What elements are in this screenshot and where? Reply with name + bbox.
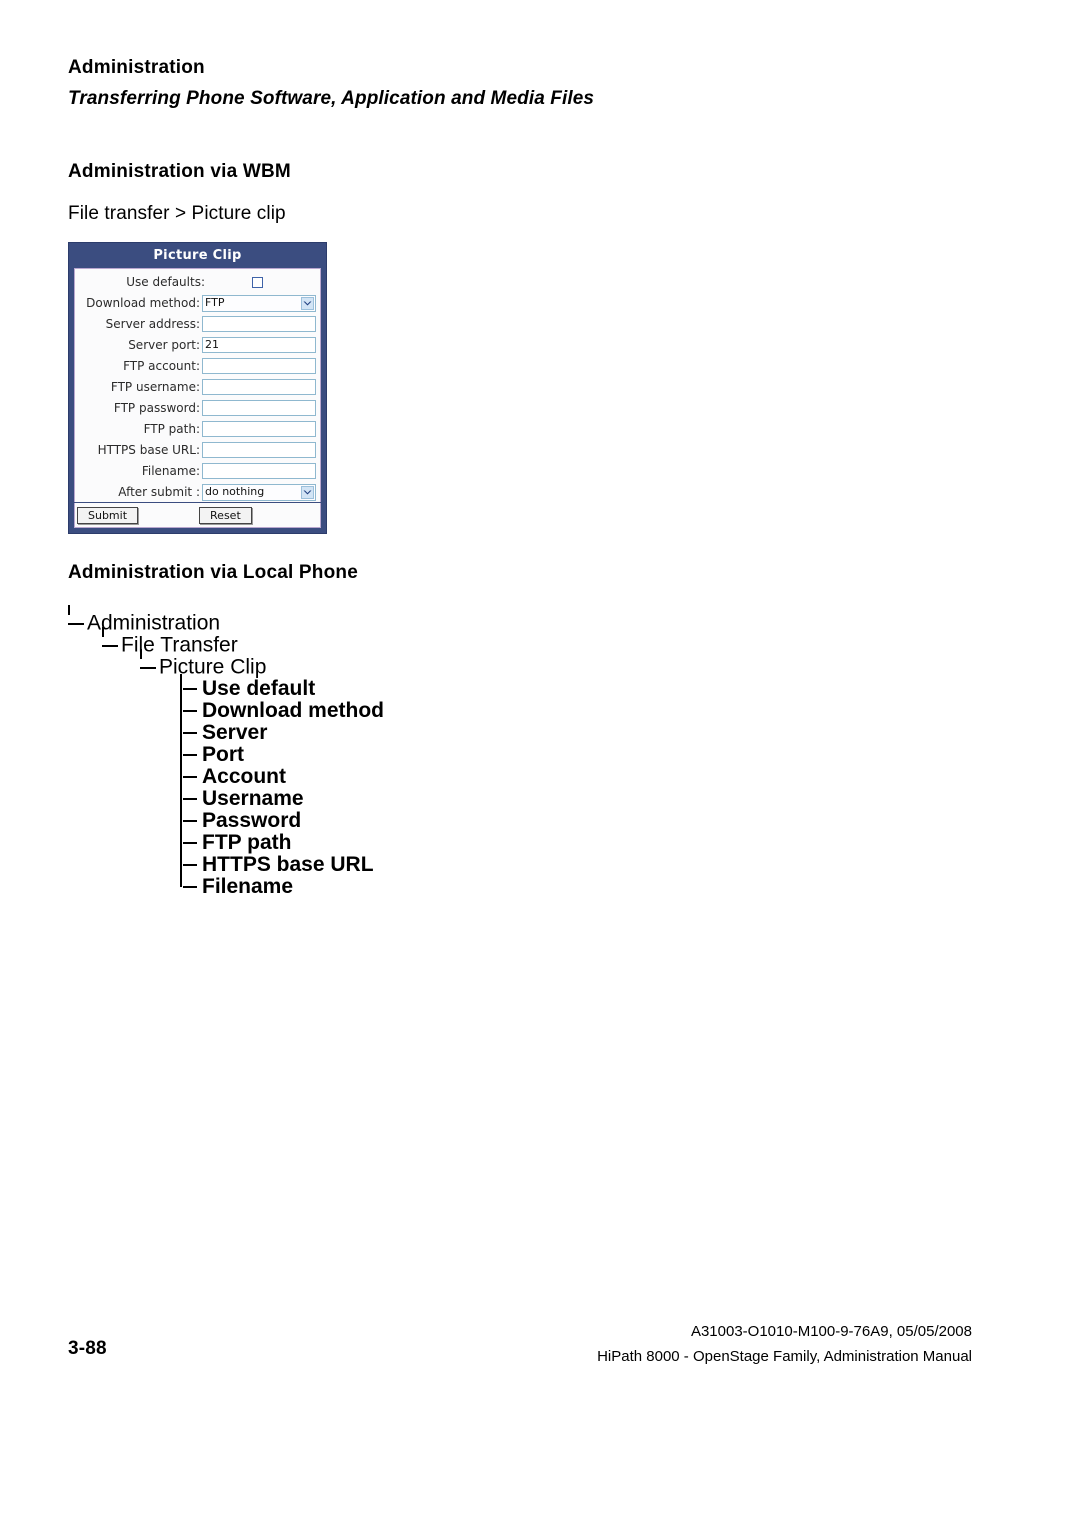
chevron-down-icon[interactable] (301, 296, 314, 310)
tree-leaf-download-method: Download method (180, 700, 384, 722)
document-page: Administration Transferring Phone Softwa… (0, 0, 1080, 1528)
download-method-select[interactable]: FTP (202, 294, 316, 312)
heading-administration-via-local-phone: Administration via Local Phone (68, 562, 358, 583)
field-ftp-password (202, 400, 320, 416)
form-row-filename: Filename: (75, 461, 320, 481)
tree-dash-icon (140, 666, 156, 668)
tree-tick-icon (68, 605, 70, 615)
submit-button[interactable]: Submit (77, 506, 139, 524)
after-submit-select[interactable]: do nothing (202, 483, 316, 501)
field-server-port: 21 (202, 337, 320, 353)
field-filename (202, 463, 320, 479)
use-defaults-checkbox[interactable] (252, 276, 263, 288)
filename-input[interactable] (202, 463, 316, 479)
label-ftp-account: FTP account: (123, 359, 200, 373)
reset-button[interactable]: Reset (199, 506, 252, 524)
ftp-username-input[interactable] (202, 379, 316, 395)
tree-node-file-transfer: File Transfer (102, 627, 668, 657)
field-download-method: FTP (202, 294, 320, 312)
running-head-title: Administration (68, 57, 205, 78)
form-row-ftp-password: FTP password: (75, 398, 320, 418)
field-use-defaults (207, 276, 320, 288)
label-after-submit: After submit : (118, 485, 200, 499)
label-ftp-path: FTP path: (143, 422, 200, 436)
label-use-defaults: Use defaults: (126, 275, 205, 289)
field-ftp-account (202, 358, 320, 374)
tree-node-administration: Administration (68, 605, 668, 635)
label-server-address: Server address: (105, 317, 200, 331)
tree-tick-icon (102, 627, 104, 637)
label-server-port: Server port: (128, 338, 200, 352)
tree-dash-icon (68, 622, 84, 624)
field-ftp-username (202, 379, 320, 395)
form-row-server-port: Server port: 21 (75, 335, 320, 355)
label-https-base-url: HTTPS base URL: (97, 443, 200, 457)
form-row-ftp-account: FTP account: (75, 356, 320, 376)
tree-node-label: File Transfer (121, 633, 238, 657)
footer-document-info: A31003-O1010-M100-9-76A9, 05/05/2008 HiP… (597, 1319, 972, 1369)
picture-clip-form-body: Use defaults: Download method: FTP Serve… (74, 268, 321, 502)
server-port-input[interactable]: 21 (202, 337, 316, 353)
picture-clip-form-buttons: Submit Reset (74, 503, 321, 528)
form-row-server-address: Server address: (75, 314, 320, 334)
local-phone-menu-tree: Administration File Transfer Picture Cli… (68, 605, 668, 898)
picture-clip-form-title: Picture Clip (69, 243, 326, 268)
download-method-value: FTP (205, 296, 225, 309)
label-filename: Filename: (141, 464, 200, 478)
tree-dash-icon (102, 644, 118, 646)
tree-leaf-filename: Filename (180, 876, 384, 898)
ftp-password-input[interactable] (202, 400, 316, 416)
form-row-use-defaults: Use defaults: (75, 272, 320, 292)
tree-leaf-use-default: Use default (180, 678, 384, 700)
picture-clip-form-panel: Picture Clip Use defaults: Download meth… (68, 242, 327, 534)
running-head-subtitle: Transferring Phone Software, Application… (68, 88, 595, 109)
form-row-https-base-url: HTTPS base URL: (75, 440, 320, 460)
tree-leaf-username: Username (180, 788, 384, 810)
tree-leaf-server: Server (180, 722, 384, 744)
form-row-after-submit: After submit : do nothing (75, 482, 320, 502)
server-address-input[interactable] (202, 316, 316, 332)
footer-page-number: 3-88 (68, 1338, 107, 1359)
field-after-submit: do nothing (202, 483, 320, 501)
tree-leaf-group: Use default Download method Server Port … (180, 674, 384, 898)
running-head: Administration Transferring Phone Softwa… (68, 56, 968, 112)
field-ftp-path (202, 421, 320, 437)
form-row-ftp-path: FTP path: (75, 419, 320, 439)
heading-administration-via-wbm: Administration via WBM (68, 161, 291, 182)
tree-leaf-ftp-path: FTP path (180, 832, 384, 854)
label-ftp-password: FTP password: (113, 401, 200, 415)
label-ftp-username: FTP username: (110, 380, 200, 394)
breadcrumb-file-transfer-picture-clip: File transfer > Picture clip (68, 203, 286, 224)
tree-node-picture-clip: Picture Clip (140, 649, 668, 679)
tree-leaf-account: Account (180, 766, 384, 788)
footer-doc-title: HiPath 8000 - OpenStage Family, Administ… (597, 1348, 972, 1365)
tree-leaf-password: Password (180, 810, 384, 832)
label-download-method: Download method: (86, 296, 200, 310)
ftp-account-input[interactable] (202, 358, 316, 374)
footer-doc-id: A31003-O1010-M100-9-76A9, 05/05/2008 (690, 1323, 972, 1340)
tree-tick-icon (140, 649, 142, 659)
tree-node-label: Picture Clip (159, 655, 267, 679)
ftp-path-input[interactable] (202, 421, 316, 437)
tree-leaf-https-base-url: HTTPS base URL (180, 854, 384, 876)
after-submit-value: do nothing (205, 485, 265, 498)
form-row-download-method: Download method: FTP (75, 293, 320, 313)
https-base-url-input[interactable] (202, 442, 316, 458)
tree-leaf-port: Port (180, 744, 384, 766)
chevron-down-icon[interactable] (301, 485, 314, 499)
form-row-ftp-username: FTP username: (75, 377, 320, 397)
field-server-address (202, 316, 320, 332)
tree-node-label: Administration (87, 611, 221, 635)
field-https-base-url (202, 442, 320, 458)
